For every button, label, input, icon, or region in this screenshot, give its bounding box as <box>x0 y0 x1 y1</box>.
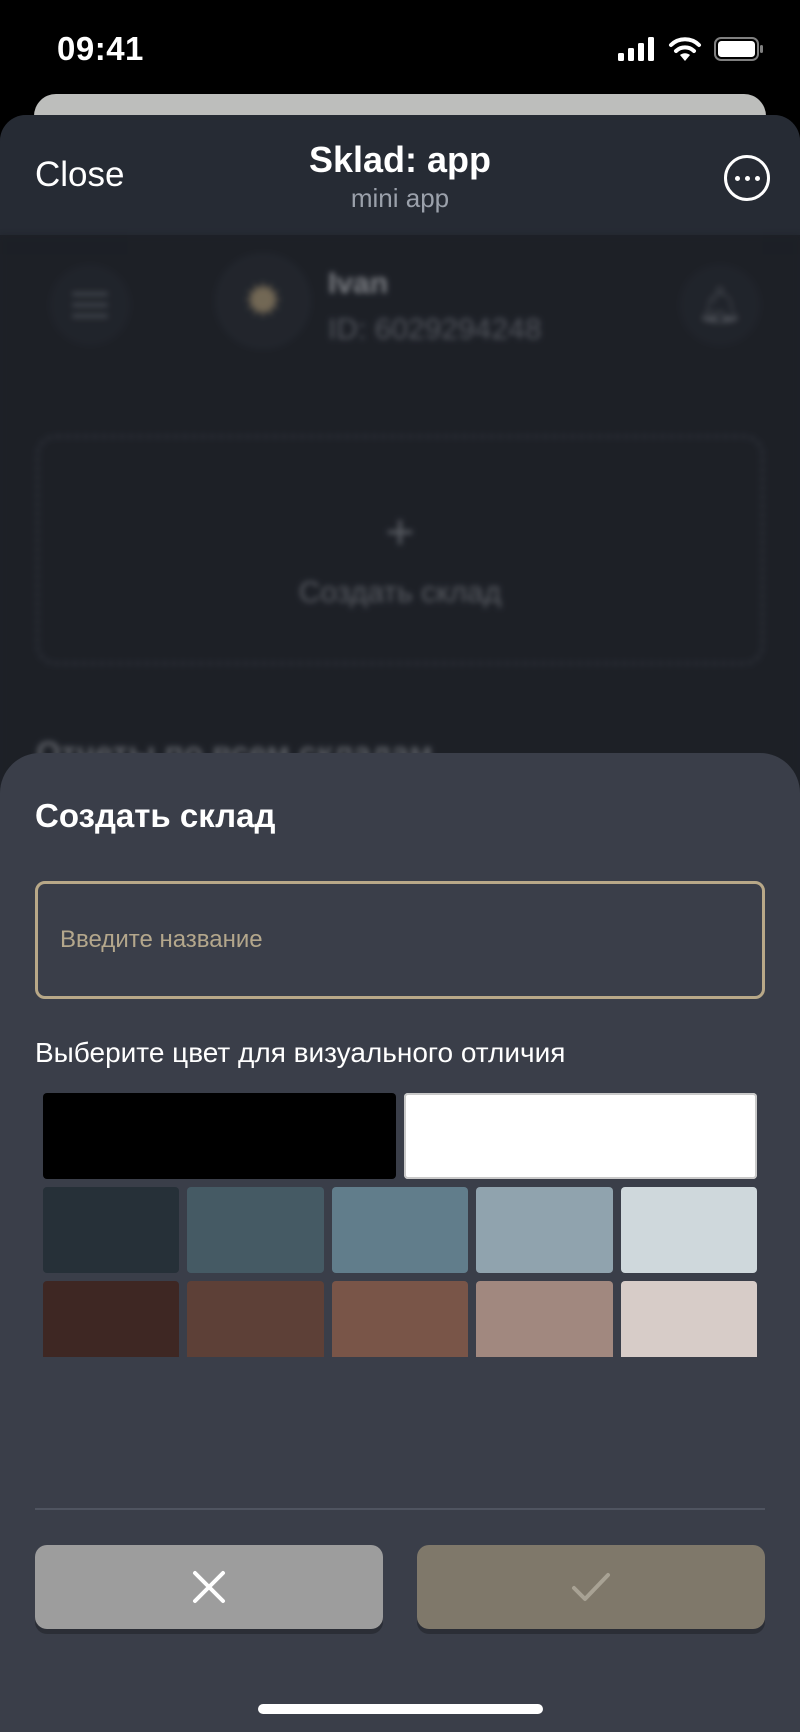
close-icon <box>193 1571 225 1603</box>
battery-icon <box>714 37 763 61</box>
color-swatch[interactable] <box>404 1093 757 1179</box>
color-swatch[interactable] <box>43 1281 180 1357</box>
color-picker-label: Выберите цвет для визуального отличия <box>35 1037 566 1068</box>
app-title: Sklad: app <box>308 139 492 180</box>
screen: 09:41 Close Sklad: app mini app ✹ Ivan I… <box>0 0 800 1732</box>
color-palette-grid <box>35 1093 765 1357</box>
create-warehouse-card: + Создать склад <box>36 435 764 665</box>
color-swatch[interactable] <box>331 1187 469 1273</box>
color-swatch[interactable] <box>620 1187 757 1273</box>
check-icon <box>572 1573 610 1601</box>
color-swatch[interactable] <box>43 1093 396 1179</box>
create-warehouse-label: Создать склад <box>298 576 502 609</box>
more-icon[interactable] <box>724 155 770 201</box>
color-swatch[interactable] <box>476 1281 613 1357</box>
color-swatch[interactable] <box>331 1281 469 1357</box>
home-indicator <box>258 1704 543 1714</box>
warehouse-name-input[interactable] <box>35 881 765 999</box>
color-swatch[interactable] <box>476 1187 613 1273</box>
app-subtitle: mini app <box>350 183 450 213</box>
color-swatch[interactable] <box>187 1281 324 1357</box>
bell-icon: 🔔︎ <box>680 265 760 345</box>
cancel-button[interactable] <box>35 1545 383 1629</box>
status-bar: 09:41 <box>0 0 800 95</box>
modal-title: Создать склад <box>35 797 276 834</box>
color-swatch[interactable] <box>187 1187 324 1273</box>
signal-icon <box>618 37 654 61</box>
confirm-button[interactable] <box>417 1545 765 1629</box>
color-swatch[interactable] <box>43 1187 180 1273</box>
wifi-icon <box>669 37 701 61</box>
plus-icon: + <box>385 504 415 560</box>
user-name: Ivan <box>328 267 389 300</box>
avatar: ✹ <box>215 253 311 349</box>
user-id: ID: 6029294248 <box>328 313 542 346</box>
status-time: 09:41 <box>57 30 144 67</box>
app-header: Close Sklad: app mini app <box>0 115 800 235</box>
divider <box>35 1508 765 1510</box>
status-icons <box>618 36 764 62</box>
color-swatch[interactable] <box>620 1281 757 1357</box>
create-warehouse-modal: Создать склад Выберите цвет для визуальн… <box>0 753 800 1732</box>
menu-icon <box>50 265 130 345</box>
color-palette[interactable] <box>35 1093 765 1393</box>
